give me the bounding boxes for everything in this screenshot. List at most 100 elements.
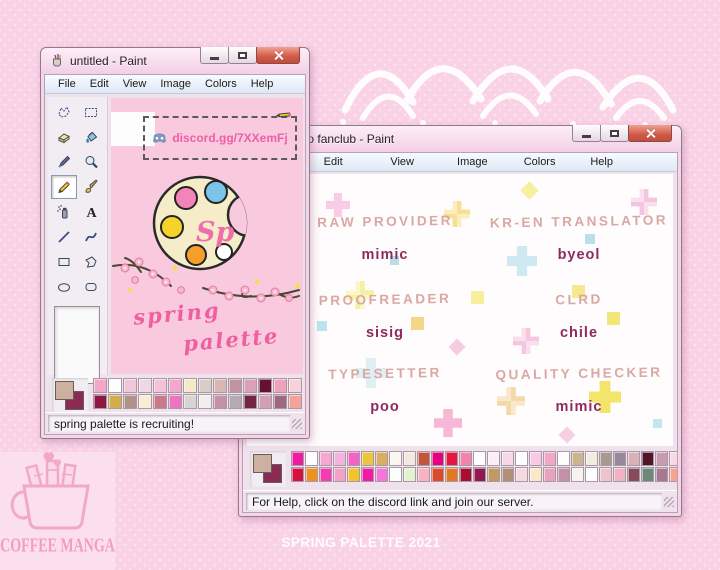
tool-magnifier[interactable] bbox=[78, 150, 104, 174]
tool-line[interactable] bbox=[51, 225, 77, 249]
color-swatch[interactable] bbox=[585, 467, 598, 482]
current-colors[interactable] bbox=[250, 451, 286, 487]
color-swatch[interactable] bbox=[305, 451, 318, 466]
discord-link[interactable]: discord.gg/7XXemFj bbox=[172, 131, 287, 145]
color-swatch[interactable] bbox=[228, 394, 242, 409]
color-swatch[interactable] bbox=[389, 467, 402, 482]
color-swatch[interactable] bbox=[288, 394, 302, 409]
color-swatch[interactable] bbox=[641, 451, 654, 466]
color-swatch[interactable] bbox=[515, 451, 528, 466]
color-swatch[interactable] bbox=[669, 451, 677, 466]
tool-freeform-select[interactable] bbox=[51, 100, 77, 124]
tool-brush[interactable] bbox=[78, 175, 104, 199]
color-swatch[interactable] bbox=[473, 451, 486, 466]
color-swatch[interactable] bbox=[529, 451, 542, 466]
color-swatch[interactable] bbox=[627, 467, 640, 482]
color-swatch[interactable] bbox=[319, 467, 332, 482]
color-swatch[interactable] bbox=[93, 394, 107, 409]
paint-canvas[interactable]: RAW PROVIDER mimic KR-EN TRANSLATOR byeol PR… bbox=[247, 174, 673, 446]
color-swatch[interactable] bbox=[347, 467, 360, 482]
menu-help[interactable]: Help bbox=[244, 78, 281, 90]
color-swatch[interactable] bbox=[543, 467, 556, 482]
color-swatch[interactable] bbox=[108, 394, 122, 409]
color-swatch[interactable] bbox=[599, 467, 612, 482]
color-swatch[interactable] bbox=[305, 467, 318, 482]
color-swatch[interactable] bbox=[168, 394, 182, 409]
color-swatch[interactable] bbox=[655, 451, 668, 466]
foreground-color-swatch[interactable] bbox=[55, 381, 74, 400]
color-swatch[interactable] bbox=[613, 451, 626, 466]
color-swatch[interactable] bbox=[599, 451, 612, 466]
color-swatch[interactable] bbox=[571, 467, 584, 482]
color-swatch[interactable] bbox=[445, 467, 458, 482]
color-swatch[interactable] bbox=[123, 394, 137, 409]
color-swatch[interactable] bbox=[613, 467, 626, 482]
tool-color-picker[interactable] bbox=[51, 150, 77, 174]
tool-rounded-rectangle[interactable] bbox=[78, 275, 104, 299]
menu-colors[interactable]: Colors bbox=[524, 156, 591, 168]
menu-image[interactable]: Image bbox=[457, 156, 524, 168]
color-swatch[interactable] bbox=[445, 451, 458, 466]
tool-ellipse[interactable] bbox=[51, 275, 77, 299]
menu-view[interactable]: View bbox=[116, 78, 154, 90]
paint-canvas[interactable]: discord.gg/7XXemFj Sp spring palette bbox=[111, 98, 303, 374]
tool-options-box[interactable] bbox=[54, 306, 100, 384]
color-swatch[interactable] bbox=[473, 467, 486, 482]
color-swatch[interactable] bbox=[291, 451, 304, 466]
menu-help[interactable]: Help bbox=[590, 156, 657, 168]
color-swatch[interactable] bbox=[258, 394, 272, 409]
tool-polygon[interactable] bbox=[78, 250, 104, 274]
color-swatch[interactable] bbox=[431, 451, 444, 466]
color-swatch[interactable] bbox=[487, 467, 500, 482]
tool-select[interactable] bbox=[78, 100, 104, 124]
color-swatch[interactable] bbox=[557, 467, 570, 482]
foreground-color-swatch[interactable] bbox=[253, 454, 272, 473]
tool-eraser[interactable] bbox=[51, 125, 77, 149]
close-button[interactable] bbox=[256, 47, 300, 64]
menu-image[interactable]: Image bbox=[153, 78, 198, 90]
menu-edit[interactable]: Edit bbox=[324, 156, 391, 168]
color-swatch[interactable] bbox=[375, 451, 388, 466]
color-swatch[interactable] bbox=[669, 467, 677, 482]
tool-fill[interactable] bbox=[78, 125, 104, 149]
color-swatch[interactable] bbox=[487, 451, 500, 466]
color-swatch[interactable] bbox=[347, 451, 360, 466]
color-swatch[interactable] bbox=[273, 394, 287, 409]
color-swatch[interactable] bbox=[417, 467, 430, 482]
color-swatch[interactable] bbox=[459, 467, 472, 482]
color-swatch[interactable] bbox=[375, 467, 388, 482]
color-swatch[interactable] bbox=[501, 451, 514, 466]
color-swatch[interactable] bbox=[585, 451, 598, 466]
color-swatch[interactable] bbox=[273, 378, 287, 393]
color-swatch[interactable] bbox=[319, 451, 332, 466]
color-swatch[interactable] bbox=[198, 378, 212, 393]
tool-rectangle[interactable] bbox=[51, 250, 77, 274]
color-swatch[interactable] bbox=[655, 467, 668, 482]
color-swatch[interactable] bbox=[291, 467, 304, 482]
selection-box[interactable]: discord.gg/7XXemFj bbox=[143, 112, 297, 160]
menu-colors[interactable]: Colors bbox=[198, 78, 244, 90]
color-swatch[interactable] bbox=[333, 451, 346, 466]
tool-text[interactable]: A bbox=[78, 200, 104, 224]
color-swatch[interactable] bbox=[627, 451, 640, 466]
color-swatch[interactable] bbox=[93, 378, 107, 393]
color-swatch[interactable] bbox=[153, 394, 167, 409]
titlebar[interactable]: untitled - Paint bbox=[41, 47, 309, 74]
color-swatch[interactable] bbox=[288, 378, 302, 393]
color-swatch[interactable] bbox=[515, 467, 528, 482]
color-swatch[interactable] bbox=[123, 378, 137, 393]
tool-curve[interactable] bbox=[78, 225, 104, 249]
close-button[interactable] bbox=[628, 125, 672, 142]
menu-file[interactable]: File bbox=[51, 78, 83, 90]
current-colors[interactable] bbox=[52, 378, 88, 414]
color-swatch[interactable] bbox=[258, 378, 272, 393]
color-swatch[interactable] bbox=[198, 394, 212, 409]
color-swatch[interactable] bbox=[361, 467, 374, 482]
tool-airbrush[interactable] bbox=[51, 200, 77, 224]
minimize-button[interactable] bbox=[200, 47, 229, 64]
color-swatch[interactable] bbox=[138, 378, 152, 393]
resize-grip[interactable] bbox=[664, 496, 674, 507]
color-swatch[interactable] bbox=[529, 467, 542, 482]
color-swatch[interactable] bbox=[153, 378, 167, 393]
color-swatch[interactable] bbox=[431, 467, 444, 482]
